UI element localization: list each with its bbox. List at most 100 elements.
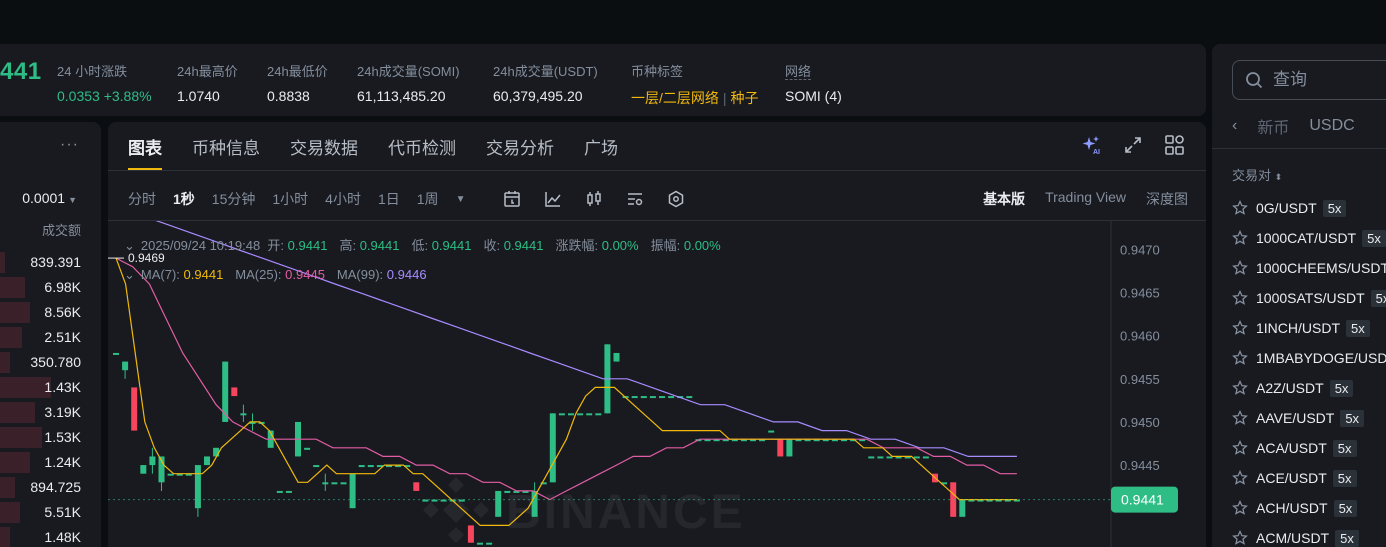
candle-type-icon[interactable] (584, 189, 604, 209)
tag-layer-network[interactable]: 一层/二层网络 (631, 90, 719, 106)
star-icon[interactable] (1232, 500, 1248, 516)
hexagon-settings-icon[interactable] (666, 189, 686, 209)
star-icon[interactable] (1232, 350, 1248, 366)
interval-1d[interactable]: 1日 (378, 189, 400, 209)
stat-network: 网络 SOMI (4) (785, 61, 842, 104)
interval-1s[interactable]: 1秒 (173, 189, 195, 209)
star-icon[interactable] (1232, 200, 1248, 216)
pair-row[interactable]: ACA/USDT 5x (1232, 433, 1386, 463)
interval-1w[interactable]: 1周 (417, 189, 439, 209)
star-icon[interactable] (1232, 260, 1248, 276)
tab-token-check[interactable]: 代币检测 (388, 134, 456, 170)
candle (613, 352, 620, 362)
candle-body (558, 413, 565, 416)
tab-trading-analysis[interactable]: 交易分析 (486, 134, 554, 170)
order-amount: 2.51K (44, 329, 81, 345)
candle (477, 542, 483, 545)
calendar-icon[interactable] (502, 189, 522, 209)
candle-body (922, 456, 929, 459)
interval-1h[interactable]: 1小时 (272, 189, 308, 209)
star-icon[interactable] (1232, 440, 1248, 456)
order-book-row[interactable]: 350.780 (0, 350, 101, 375)
open-value: 0.9441 (287, 238, 328, 253)
tab-new-coins[interactable]: 新币 (1257, 114, 1289, 138)
order-book-row[interactable]: 6.98K (0, 275, 101, 300)
order-book-row[interactable]: 1.43K (0, 375, 101, 400)
star-icon[interactable] (1232, 380, 1248, 396)
depth-bar (0, 427, 43, 448)
collapse-chevron-icon[interactable]: ⌄ (124, 267, 135, 282)
order-book-row[interactable]: 839.391 (0, 250, 101, 275)
leverage-badge: 5x (1332, 439, 1357, 457)
view-tradingview[interactable]: Trading View (1045, 189, 1126, 209)
order-book-row[interactable]: 1.53K (0, 425, 101, 450)
chart-settings-icon[interactable] (625, 189, 645, 209)
search-box[interactable] (1232, 60, 1386, 100)
tab-trading-data[interactable]: 交易数据 (290, 134, 358, 170)
view-depth[interactable]: 深度图 (1146, 189, 1188, 209)
expand-icon[interactable] (1122, 134, 1144, 156)
pair-row[interactable]: 1MBABYDOGE/USDT (1232, 343, 1386, 373)
interval-15m[interactable]: 15分钟 (212, 189, 256, 209)
candle-body (549, 413, 556, 483)
star-icon[interactable] (1232, 320, 1248, 336)
stat-24h-volume-somi: 24h成交量(SOMI) 61,113,485.20 (357, 61, 460, 104)
ai-sparkle-icon[interactable]: AI (1080, 134, 1102, 156)
change-value: 0.00% (601, 238, 639, 253)
order-book-row[interactable]: 1.24K (0, 450, 101, 475)
interval-more-caret-icon[interactable]: ▼ (456, 194, 466, 205)
candle (131, 387, 138, 431)
candle (549, 413, 556, 483)
pair-row[interactable]: 0G/USDT 5x (1232, 193, 1386, 223)
caret-down-icon: ▼ (68, 195, 77, 205)
more-options-icon[interactable]: ··· (60, 136, 79, 154)
order-book-row[interactable]: 8.56K (0, 300, 101, 325)
indicator-line-icon[interactable] (543, 189, 563, 209)
amplitude-label: 振幅: (650, 238, 681, 253)
tab-chart[interactable]: 图表 (128, 134, 162, 170)
pair-column-header[interactable]: 交易对 ⬍ (1232, 165, 1282, 184)
depth-bar (0, 327, 23, 348)
tag-seed[interactable]: 种子 (731, 90, 759, 106)
interval-line[interactable]: 分时 (128, 189, 156, 209)
collapse-chevron-icon[interactable]: ⌄ (124, 238, 135, 253)
star-icon[interactable] (1232, 230, 1248, 246)
layout-grid-icon[interactable] (1164, 134, 1186, 156)
order-book-row[interactable]: 1.48K (0, 525, 101, 547)
stat-label: 24h成交量(SOMI) (357, 64, 460, 79)
network-value[interactable]: SOMI (4) (785, 88, 842, 104)
market-tabs: ‹ 新币 USDC (1232, 114, 1355, 138)
interval-4h[interactable]: 4小时 (325, 189, 361, 209)
chevron-left-icon[interactable]: ‹ (1232, 117, 1237, 135)
star-icon[interactable] (1232, 470, 1248, 486)
pair-row[interactable]: ACM/USDT 5x (1232, 523, 1386, 547)
pair-row[interactable]: A2Z/USDT 5x (1232, 373, 1386, 403)
pair-row[interactable]: ACH/USDT 5x (1232, 493, 1386, 523)
pair-row[interactable]: 1INCH/USDT 5x (1232, 313, 1386, 343)
pair-row[interactable]: 1000CAT/USDT 5x (1232, 223, 1386, 253)
candle (913, 456, 920, 459)
candle-body (913, 456, 920, 459)
view-basic[interactable]: 基本版 (983, 189, 1025, 209)
order-book-panel: ··· 0.0001 ▼ 成交额 839.391 6.98K 8.56K 2.51K 35… (0, 122, 101, 547)
star-icon[interactable] (1232, 290, 1248, 306)
search-input[interactable] (1273, 70, 1383, 90)
pair-row[interactable]: 1000SATS/USDT 5x (1232, 283, 1386, 313)
candle-body (349, 473, 356, 509)
tab-usdc[interactable]: USDC (1309, 117, 1354, 135)
order-book-row[interactable]: 3.19K (0, 400, 101, 425)
order-book-row[interactable]: 2.51K (0, 325, 101, 350)
tab-square[interactable]: 广场 (584, 134, 618, 170)
candle-body (231, 387, 238, 397)
pair-row[interactable]: 1000CHEEMS/USDT (1232, 253, 1386, 283)
order-book-row[interactable]: 5.51K (0, 500, 101, 525)
order-book-row[interactable]: 894.725 (0, 475, 101, 500)
pair-row[interactable]: AAVE/USDT 5x (1232, 403, 1386, 433)
precision-select[interactable]: 0.0001 ▼ (22, 190, 77, 206)
star-icon[interactable] (1232, 410, 1248, 426)
stat-24h-change: 24 小时涨跌 0.0353 +3.88% (57, 61, 152, 104)
interval-bar: 分时 1秒 15分钟 1小时 4小时 1日 1周 ▼ (128, 189, 686, 209)
pair-row[interactable]: ACE/USDT 5x (1232, 463, 1386, 493)
star-icon[interactable] (1232, 530, 1248, 546)
tab-token-info[interactable]: 币种信息 (192, 134, 260, 170)
